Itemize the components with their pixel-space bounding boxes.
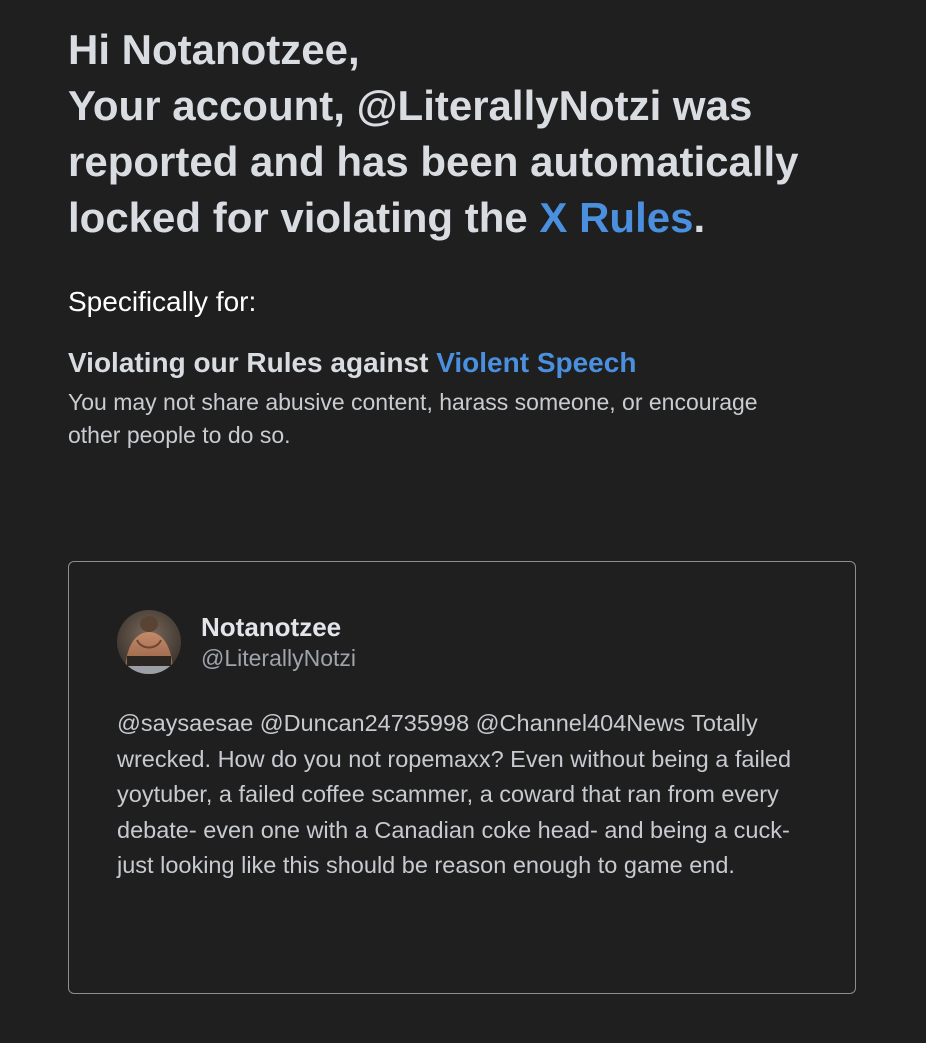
violent-speech-link[interactable]: Violent Speech — [436, 347, 636, 378]
rule-title-prefix: Violating our Rules against — [68, 347, 437, 378]
tweet-text: @saysaesae @Duncan24735998 @Channel404Ne… — [117, 710, 792, 878]
specifically-label: Specifically for: — [68, 286, 257, 317]
rule-title: Violating our Rules against Violent Spee… — [68, 346, 926, 380]
greeting: Hi Notanotzee, — [68, 26, 360, 73]
profile-photo-icon — [117, 610, 181, 674]
avatar — [117, 610, 181, 674]
tweet-header: Notanotzee @LiterallyNotzi — [117, 610, 356, 674]
rule-description: You may not share abusive content, haras… — [68, 389, 758, 448]
tweet-author: Notanotzee @LiterallyNotzi — [201, 611, 356, 673]
heading-period: . — [693, 194, 706, 241]
page-title: Hi Notanotzee, Your account, @LiterallyN… — [68, 22, 868, 246]
x-rules-link[interactable]: X Rules — [539, 194, 693, 241]
email-body: Hi Notanotzee, Your account, @LiterallyN… — [0, 0, 926, 1043]
reported-tweet-card: Notanotzee @LiterallyNotzi @saysaesae @D… — [68, 561, 856, 994]
user-handle: @LiterallyNotzi — [201, 645, 357, 671]
display-name: Notanotzee — [201, 612, 342, 642]
